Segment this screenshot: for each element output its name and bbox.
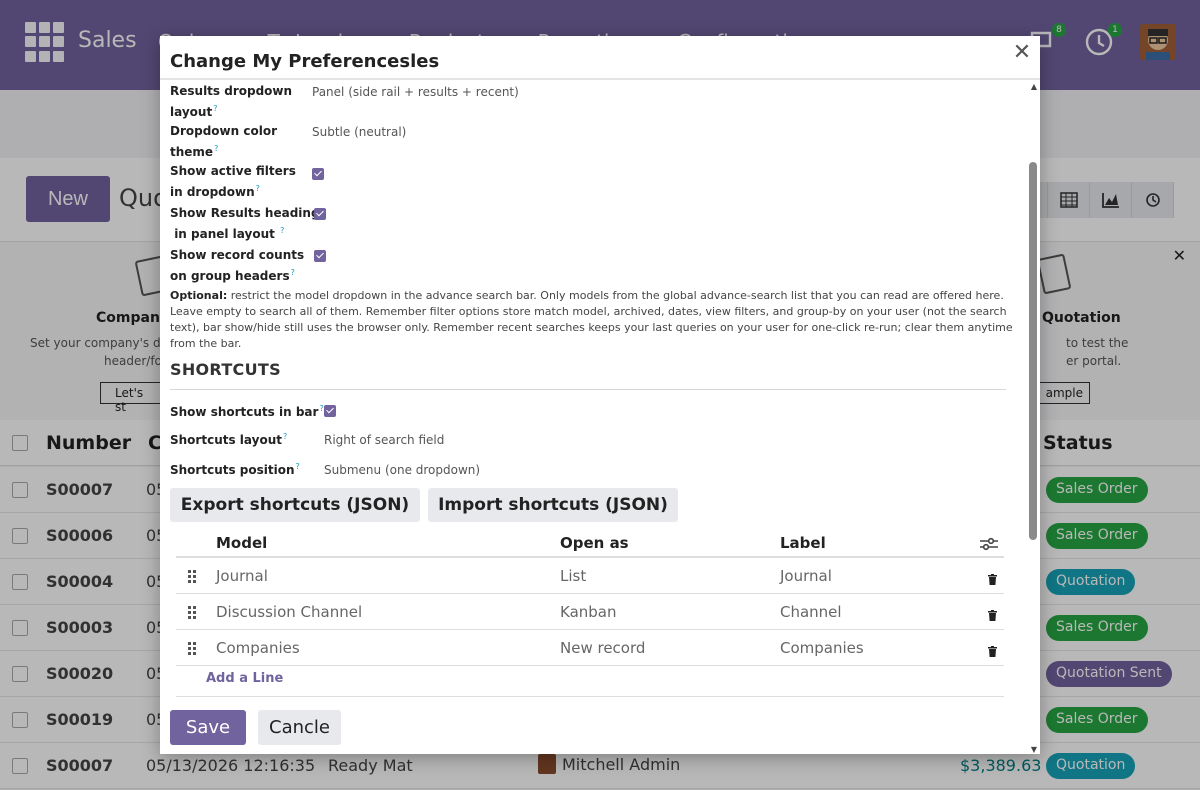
shortcut-open-as[interactable]: List: [560, 567, 586, 585]
trash-icon[interactable]: [988, 642, 997, 661]
shortcut-open-as[interactable]: New record: [560, 639, 645, 657]
shortcut-label[interactable]: Journal: [780, 567, 832, 585]
section-divider: [170, 389, 1006, 390]
help-tooltip-icon[interactable]: ?: [296, 462, 300, 471]
shortcut-open-as[interactable]: Kanban: [560, 603, 617, 621]
shortcut-model[interactable]: Journal: [216, 567, 268, 585]
shortcut-label[interactable]: Channel: [780, 603, 842, 621]
save-button[interactable]: Save: [170, 710, 246, 745]
show-shortcuts-label: Show shortcuts in bar?: [170, 404, 324, 419]
drag-handle-icon[interactable]: [188, 642, 198, 656]
shortcut-row[interactable]: Companies New record Companies: [176, 630, 1004, 666]
help-tooltip-icon[interactable]: ?: [214, 144, 218, 153]
shortcuts-table-header: Model Open as Label: [176, 528, 1004, 558]
help-tooltip-icon[interactable]: ?: [291, 268, 295, 277]
export-shortcuts-button[interactable]: Export shortcuts (JSON): [170, 488, 420, 522]
dialog-title: Change My Preferencesles: [170, 51, 440, 72]
optional-columns-icon[interactable]: [980, 536, 998, 555]
shortcuts-position-label: Shortcuts position?: [170, 462, 300, 477]
record-counts-label: Show record counts on group headers?: [170, 248, 305, 283]
column-label: Label: [780, 534, 826, 552]
preferences-dialog: Change My Preferencesles ✕ Results dropd…: [160, 36, 1040, 754]
drag-handle-icon[interactable]: [188, 606, 198, 620]
column-model: Model: [216, 534, 268, 552]
dialog-scrollbar[interactable]: ▲ ▼: [1026, 82, 1040, 754]
results-layout-label: Results dropdown layout?: [170, 84, 293, 119]
show-shortcuts-checkbox[interactable]: [324, 405, 336, 417]
scroll-thumb[interactable]: [1029, 162, 1037, 540]
help-tooltip-icon[interactable]: ?: [280, 226, 284, 235]
shortcuts-position-select[interactable]: Submenu (one dropdown): [324, 463, 480, 477]
results-heading-label: Show Results heading in panel layout ?: [170, 206, 320, 241]
trash-icon[interactable]: [988, 570, 997, 589]
shortcut-model[interactable]: Discussion Channel: [216, 603, 362, 621]
shortcuts-layout-label: Shortcuts layout?: [170, 432, 288, 447]
help-text: Optional: restrict the model dropdown in…: [170, 289, 1013, 350]
shortcut-label[interactable]: Companies: [780, 639, 864, 657]
help-tooltip-icon[interactable]: ?: [256, 184, 260, 193]
drag-handle-icon[interactable]: [188, 570, 198, 584]
help-tooltip-icon[interactable]: ?: [283, 432, 287, 441]
column-open-as: Open as: [560, 534, 629, 552]
dialog-body: Results dropdown layout? Panel (side rail…: [160, 82, 1026, 754]
results-layout-select[interactable]: Panel (side rail + results + recent): [312, 85, 519, 99]
dialog-header: Change My Preferencesles ✕: [160, 36, 1040, 80]
scroll-down-arrow-icon[interactable]: ▼: [1031, 745, 1037, 754]
import-shortcuts-button[interactable]: Import shortcuts (JSON): [428, 488, 678, 522]
color-theme-select[interactable]: Subtle (neutral): [312, 125, 406, 139]
shortcut-row[interactable]: Discussion Channel Kanban Channel: [176, 594, 1004, 630]
cancel-button[interactable]: Cancle: [258, 710, 341, 745]
close-icon[interactable]: ✕: [1010, 42, 1034, 66]
help-tooltip-icon[interactable]: ?: [213, 104, 217, 113]
add-line-link[interactable]: Add a Line: [206, 671, 283, 686]
shortcuts-layout-select[interactable]: Right of search field: [324, 433, 444, 447]
shortcut-model[interactable]: Companies: [216, 639, 300, 657]
section-title-shortcuts: SHORTCUTS: [170, 360, 281, 379]
shortcut-row[interactable]: Journal List Journal: [176, 558, 1004, 594]
scroll-up-arrow-icon[interactable]: ▲: [1031, 82, 1037, 91]
active-filters-checkbox[interactable]: [312, 168, 324, 180]
color-theme-label: Dropdown color theme?: [170, 124, 277, 159]
active-filters-label: Show active filters in dropdown?: [170, 164, 296, 199]
table-bottom-border: [176, 696, 1004, 697]
trash-icon[interactable]: [988, 606, 997, 625]
results-heading-checkbox[interactable]: [314, 208, 326, 220]
record-counts-checkbox[interactable]: [314, 250, 326, 262]
